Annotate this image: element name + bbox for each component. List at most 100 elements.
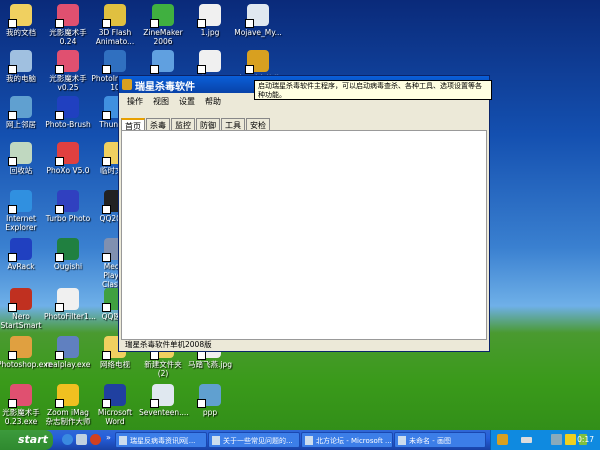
desktop-icon[interactable]: Photoshop.exe [0,336,53,369]
desktop-icon[interactable]: 光影魔术手 0.23.exe [0,384,45,426]
desktop-icon[interactable]: Photo-Brush [44,96,92,129]
system-tray: 0:17 [490,430,600,450]
desktop-icon[interactable]: Mojave_My... [234,4,282,37]
desktop-icon[interactable]: AvRack [0,238,45,271]
desktop-icon[interactable]: 回收站 [0,142,45,175]
shortcut-icon [55,190,79,214]
desktop-icon-label: 1.jpg [200,28,220,37]
menu-view[interactable]: 视图 [153,96,169,106]
shortcut-icon [55,384,79,408]
desktop-icon[interactable]: PhotoFilter1... [44,288,96,321]
shortcut-icon [102,50,126,74]
status-bar: 瑞星杀毒软件单机2008版 [125,340,212,349]
desktop-icon-label: Zoom iMag 杂志制作大师 [45,408,91,426]
desktop-icon-label: realplay.exe [45,360,91,369]
desktop-icon[interactable]: Ougishi [44,238,92,271]
keyboard-tray-icon[interactable] [521,437,532,443]
rising-tray-icon[interactable] [497,434,508,445]
desktop-icon-label: 光影魔术手 0.24 [49,28,87,46]
desktop-icon[interactable]: 我的电脑 [0,50,45,83]
start-button[interactable]: start [0,430,53,450]
window-title: 瑞星杀毒软件 [135,82,195,93]
desktop-icon[interactable]: ZineMaker 2006 [139,4,187,46]
clock: 0:17 [577,435,594,444]
rising-antivirus-window: 瑞星杀毒软件 操作 视图 设置 帮助 首页 杀毒 监控 防御 工具 安检 瑞星杀… [118,75,490,352]
shortcut-icon [55,50,79,74]
media-quicklaunch-icon[interactable] [90,434,101,445]
desktop-icon-label: 回收站 [9,166,33,175]
desktop-icon-label: Microsoft Word [97,408,133,426]
desktop-icon-label: 我的电脑 [6,74,36,83]
shortcut-icon [8,96,32,120]
desktop-quicklaunch-icon[interactable] [76,434,87,445]
shortcut-icon [197,50,221,74]
desktop-icon[interactable]: 我的文档 [0,4,45,37]
desktop-icon[interactable]: PhoXo V5.0 [44,142,92,175]
desktop-icon-label: Seventeen.... [139,408,189,417]
shortcut-icon [150,50,174,74]
desktop-icon-label: ZineMaker 2006 [143,28,183,46]
shortcut-icon [8,4,32,28]
desktop-icon[interactable]: ppp [186,384,234,417]
rising-logo-icon [122,79,132,90]
quicklaunch-overflow[interactable]: » [106,433,111,442]
shortcut-icon [55,4,79,28]
shortcut-icon [55,288,79,312]
desktop-icon-label: Mojave_My... [234,28,282,37]
desktop-icon-label: AvRack [7,262,35,271]
desktop-icon-label: Photo-Brush [45,120,91,129]
desktop-icon[interactable]: Nero StartSmart [0,288,45,330]
desktop-icon[interactable]: 3D Flash Animato... [91,4,139,46]
desktop-icon[interactable]: 网上邻居 [0,96,45,129]
shortcut-icon [245,50,269,74]
shortcut-icon [55,142,79,166]
desktop-icon-label: 新建文件夹 (2) [144,360,182,378]
desktop-icon-label: Internet Explorer [5,214,37,232]
desktop-icon-label: 我的文档 [6,28,36,37]
security-warning-tray-icon[interactable] [565,434,576,445]
desktop-icon[interactable]: 光影魔术手 0.24 [44,4,92,46]
shortcut-icon [8,336,32,360]
content-pane [121,130,487,340]
desktop-icon-label: PhoXo V5.0 [46,166,90,175]
desktop-icon-label: 马踏飞燕.jpg [188,360,232,369]
taskbar: start » 瑞星反病毒资讯网[... 关于一些常见问题的... 北方论坛 -… [0,430,600,450]
desktop-icon-label: Photoshop.exe [0,360,53,369]
menu-settings[interactable]: 设置 [179,96,195,106]
task-button[interactable]: 北方论坛 - Microsoft ... [301,432,393,448]
shortcut-icon [197,4,221,28]
desktop-icon[interactable]: Turbo Photo [44,190,92,223]
start-label: start [18,433,48,446]
shortcut-icon [8,190,32,214]
desktop-icon[interactable]: realplay.exe [44,336,92,369]
shortcut-icon [8,238,32,262]
tooltip: 启动瑞星杀毒软件主程序，可以启动病毒查杀、各种工具、选项设置等各种功能。 [254,80,492,100]
shortcut-icon [8,142,32,166]
desktop-icon[interactable]: 1.jpg [186,4,234,37]
desktop-icon-label: ppp [202,408,218,417]
menu-help[interactable]: 帮助 [205,96,221,106]
desktop-icon[interactable]: Seventeen.... [139,384,189,417]
desktop-icon[interactable]: 光影魔术手 v0.25 [44,50,92,92]
desktop-icon-label: Nero StartSmart [0,312,42,330]
network-tray-icon[interactable] [551,434,562,445]
shortcut-icon [8,288,32,312]
task-button[interactable]: 未命名 - 画图 [394,432,486,448]
ie-quicklaunch-icon[interactable] [62,434,73,445]
shortcut-icon [55,238,79,262]
desktop-icon-label: Ougishi [53,262,83,271]
shortcut-icon [55,96,79,120]
desktop-icon[interactable]: Internet Explorer [0,190,45,232]
shortcut-icon [8,50,32,74]
desktop-icon-label: PhotoFilter1... [44,312,96,321]
desktop-icon[interactable]: Microsoft Word [91,384,139,426]
desktop-icon-label: 3D Flash Animato... [95,28,135,46]
shortcut-icon [197,384,221,408]
menu-operate[interactable]: 操作 [127,96,143,106]
shortcut-icon [150,384,174,408]
task-button[interactable]: 关于一些常见问题的... [208,432,300,448]
task-button[interactable]: 瑞星反病毒资讯网[... [115,432,207,448]
desktop-icon-label: 光影魔术手 v0.25 [49,74,87,92]
shortcut-icon [8,384,32,408]
desktop-icon[interactable]: Zoom iMag 杂志制作大师 [44,384,92,426]
